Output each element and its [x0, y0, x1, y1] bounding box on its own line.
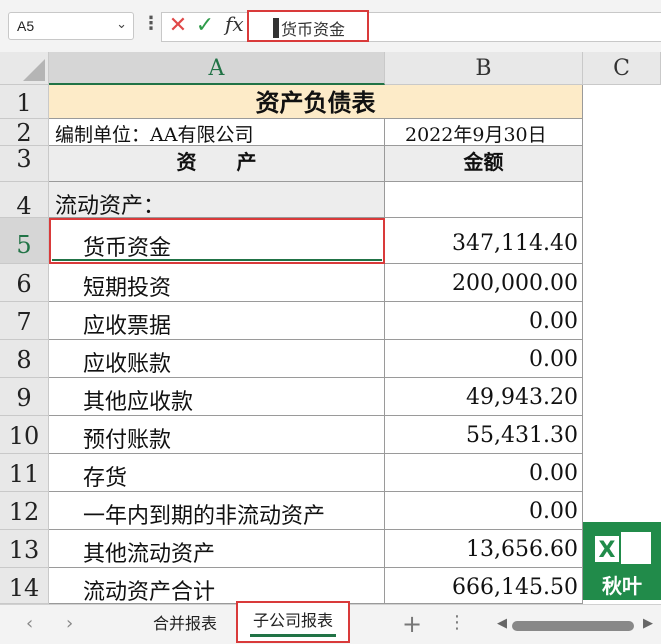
column-header-c[interactable]: C: [583, 52, 661, 85]
logo-grid-icon: [621, 532, 651, 564]
row-header[interactable]: 8: [0, 340, 49, 378]
formula-value: 货币资金: [281, 20, 346, 39]
row-header[interactable]: 1: [0, 85, 49, 119]
column-header-a[interactable]: A: [49, 52, 385, 85]
item-value: 347,114.40: [452, 231, 578, 256]
cell-a14[interactable]: 流动资产合计: [49, 568, 385, 604]
cell-b8[interactable]: 0.00: [385, 340, 583, 378]
item-value: 13,656.60: [466, 537, 578, 562]
item-label: 短期投资: [83, 276, 172, 301]
horizontal-scrollbar[interactable]: [512, 621, 634, 631]
cell-b6[interactable]: 200,000.00: [385, 264, 583, 302]
row-header[interactable]: 11: [0, 454, 49, 492]
item-label: 其他流动资产: [83, 542, 216, 567]
chevron-right-icon[interactable]: ›: [66, 613, 73, 634]
row-header[interactable]: 13: [0, 530, 49, 568]
cell-b11[interactable]: 0.00: [385, 454, 583, 492]
cell-b5[interactable]: 347,114.40: [385, 218, 583, 264]
section-label: 流动资产：: [55, 194, 166, 218]
item-label: 预付账款: [83, 428, 172, 453]
item-label: 流动资产合计: [83, 580, 216, 604]
cell-a2[interactable]: 编制单位：AA有限公司: [49, 119, 385, 146]
select-all-icon: [23, 59, 45, 81]
chevron-left-icon[interactable]: ‹: [26, 613, 33, 634]
formula-input[interactable]: 货币资金: [247, 10, 369, 42]
item-label: 其他应收款: [83, 390, 194, 415]
name-box[interactable]: A5 ⌄: [8, 12, 134, 40]
item-label: 货币资金: [83, 236, 172, 261]
more-options-icon[interactable]: ⋮: [142, 13, 160, 34]
column-title-assets[interactable]: 资 产: [49, 146, 385, 182]
cell-a13[interactable]: 其他流动资产: [49, 530, 385, 568]
column-title-amount[interactable]: 金额: [385, 146, 583, 182]
cell-b12[interactable]: 0.00: [385, 492, 583, 530]
cell-b2[interactable]: 2022年9月30日: [385, 119, 583, 146]
text-cursor: [273, 18, 279, 38]
item-label: 一年内到期的非流动资产: [83, 504, 326, 529]
scroll-right-icon[interactable]: ▶: [643, 616, 653, 631]
cell-a11[interactable]: 存货: [49, 454, 385, 492]
cell-a8[interactable]: 应收账款: [49, 340, 385, 378]
row-header[interactable]: 5: [0, 218, 49, 264]
row-header[interactable]: 3: [0, 146, 49, 182]
cancel-icon[interactable]: ✕: [167, 14, 189, 38]
item-value: 0.00: [529, 499, 578, 524]
add-sheet-icon[interactable]: +: [402, 610, 422, 638]
active-tab-underline: [250, 634, 336, 637]
row-header[interactable]: 4: [0, 182, 49, 220]
column-header-b[interactable]: B: [385, 52, 583, 85]
row-header[interactable]: 6: [0, 264, 49, 302]
item-label: 应收票据: [83, 314, 172, 339]
qiuye-logo: X 秋叶: [583, 522, 661, 600]
item-value: 49,943.20: [466, 385, 578, 410]
cell-b9[interactable]: 49,943.20: [385, 378, 583, 416]
formula-bar: A5 ⌄ ⋮ ✕ ✓ fx 货币资金: [0, 0, 661, 52]
row-header[interactable]: 14: [0, 568, 49, 604]
logo-letter: X: [593, 534, 621, 564]
select-all-button[interactable]: [0, 52, 49, 85]
report-date: 2022年9月30日: [405, 124, 547, 146]
row-header[interactable]: 2: [0, 119, 49, 147]
cell-b4[interactable]: [385, 182, 583, 218]
sheet-tab-bar: ‹ › 合并报表 子公司报表 + ⋮ ◀ ▶: [0, 601, 661, 644]
cell-a5[interactable]: 货币资金: [49, 218, 385, 264]
item-label: 应收账款: [83, 352, 172, 377]
item-value: 0.00: [529, 347, 578, 372]
cell-b7[interactable]: 0.00: [385, 302, 583, 340]
spreadsheet-grid: A B C 1 2 3 4 5 6 7 8 9 10 11 12 13 14 资…: [0, 52, 661, 604]
chevron-down-icon[interactable]: ⌄: [116, 17, 127, 32]
cell-a4[interactable]: 流动资产：: [49, 182, 385, 218]
cell-a9[interactable]: 其他应收款: [49, 378, 385, 416]
confirm-icon[interactable]: ✓: [194, 14, 216, 38]
cell-b13[interactable]: 13,656.60: [385, 530, 583, 568]
sheet-tab-merged[interactable]: 合并报表: [140, 605, 230, 644]
item-value: 666,145.50: [452, 575, 578, 600]
cell-a10[interactable]: 预付账款: [49, 416, 385, 454]
insert-function-icon[interactable]: fx: [225, 12, 244, 36]
logo-text: 秋叶: [602, 574, 642, 598]
more-options-icon[interactable]: ⋮: [448, 612, 466, 633]
company-label: 编制单位：AA有限公司: [55, 124, 254, 146]
cell-b10[interactable]: 55,431.30: [385, 416, 583, 454]
scroll-left-icon[interactable]: ◀: [497, 616, 507, 631]
row-header[interactable]: 12: [0, 492, 49, 530]
item-value: 0.00: [529, 309, 578, 334]
row-header[interactable]: 7: [0, 302, 49, 340]
sheet-tab-label: 子公司报表: [252, 611, 333, 630]
cell-b14[interactable]: 666,145.50: [385, 568, 583, 604]
item-value: 0.00: [529, 461, 578, 486]
item-value: 55,431.30: [466, 423, 578, 448]
row-header[interactable]: 10: [0, 416, 49, 454]
sheet-tab-subsidiary[interactable]: 子公司报表: [236, 601, 350, 643]
cell-a12[interactable]: 一年内到期的非流动资产: [49, 492, 385, 530]
item-value: 200,000.00: [452, 271, 578, 296]
sheet-title[interactable]: 资产负债表: [49, 85, 583, 119]
row-header[interactable]: 9: [0, 378, 49, 416]
cell-a6[interactable]: 短期投资: [49, 264, 385, 302]
name-box-value: A5: [17, 18, 35, 34]
item-label: 存货: [83, 466, 128, 491]
cell-a7[interactable]: 应收票据: [49, 302, 385, 340]
